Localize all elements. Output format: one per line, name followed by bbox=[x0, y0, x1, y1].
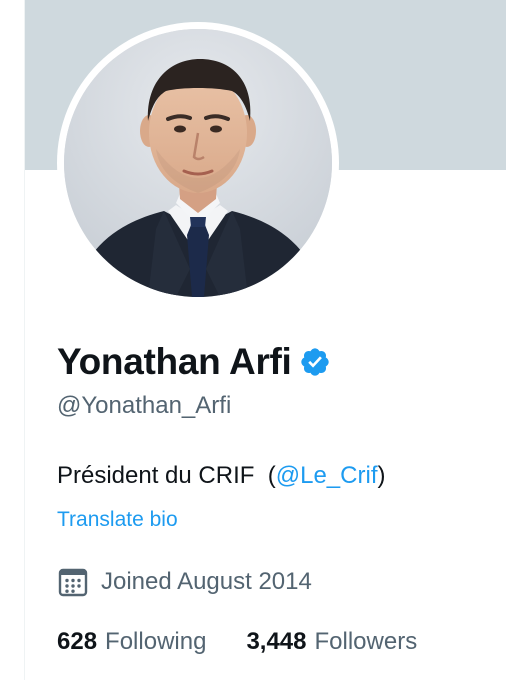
translate-bio-link[interactable]: Translate bio bbox=[57, 508, 178, 532]
following-link[interactable]: 628 Following bbox=[57, 628, 206, 656]
following-count: 628 bbox=[57, 628, 98, 655]
followers-label: Followers bbox=[314, 628, 418, 655]
following-label: Following bbox=[105, 628, 207, 655]
follow-stats: 628 Following 3,448 Followers bbox=[57, 628, 417, 656]
avatar-photo bbox=[64, 29, 332, 297]
joined-text: Joined August 2014 bbox=[101, 568, 312, 595]
bio-mention-link[interactable]: @Le_Crif bbox=[276, 462, 378, 489]
name-row: Yonathan Arfi bbox=[57, 337, 331, 387]
display-name: Yonathan Arfi bbox=[57, 341, 292, 382]
verified-badge-icon[interactable] bbox=[299, 346, 331, 378]
calendar-icon bbox=[57, 566, 89, 598]
followers-count: 3,448 bbox=[246, 628, 307, 655]
avatar[interactable] bbox=[64, 29, 332, 297]
handle: @Yonathan_Arfi bbox=[57, 392, 232, 419]
joined-date: Joined August 2014 bbox=[57, 566, 312, 598]
followers-link[interactable]: 3,448 Followers bbox=[246, 628, 417, 656]
profile-page: Yonathan Arfi @Yonathan_Arfi Président d… bbox=[0, 0, 506, 680]
bio-text: Président du CRIF ( bbox=[57, 462, 276, 489]
bio: Président du CRIF (@Le_Crif) bbox=[57, 462, 385, 490]
bio-suffix: ) bbox=[377, 462, 386, 489]
